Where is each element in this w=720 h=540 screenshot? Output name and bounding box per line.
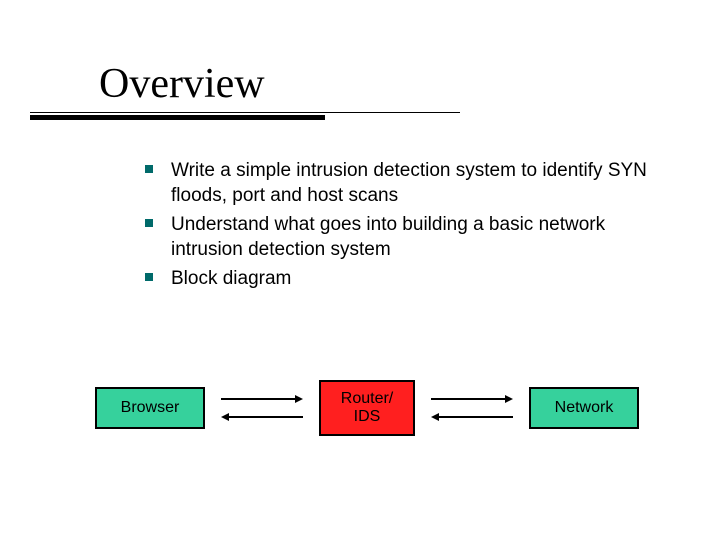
diagram-box-network: Network (529, 387, 639, 429)
arrow-pair (431, 394, 513, 422)
diagram-box-label-line: Router/ (341, 390, 393, 407)
arrow-right-icon (221, 394, 303, 404)
arrow-right-icon (431, 394, 513, 404)
bullet-item: Understand what goes into building a bas… (145, 212, 665, 262)
arrow-left-icon (431, 412, 513, 422)
bullet-item: Block diagram (145, 266, 665, 291)
bullet-item: Write a simple intrusion detection syste… (145, 158, 665, 208)
arrow-left-icon (221, 412, 303, 422)
bullet-text: Block diagram (171, 266, 291, 291)
bullet-icon (145, 219, 153, 227)
title-underline-thin (30, 112, 460, 113)
block-diagram: Browser Router/ IDS (95, 380, 655, 436)
slide: Overview Write a simple intrusion detect… (0, 0, 720, 540)
diagram-box-label: Router/ IDS (341, 390, 393, 427)
arrow-pair (221, 394, 303, 422)
diagram-box-label: Browser (121, 399, 180, 417)
diagram-box-browser: Browser (95, 387, 205, 429)
bullet-icon (145, 165, 153, 173)
bullet-text: Write a simple intrusion detection syste… (171, 158, 665, 208)
diagram-box-router-ids: Router/ IDS (319, 380, 415, 436)
slide-title: Overview (99, 60, 265, 108)
bullet-icon (145, 273, 153, 281)
bullet-text: Understand what goes into building a bas… (171, 212, 665, 262)
bullet-list: Write a simple intrusion detection syste… (145, 158, 665, 295)
diagram-box-label: Network (555, 399, 614, 417)
diagram-box-label-line: IDS (354, 408, 381, 425)
title-underline-thick (30, 115, 325, 120)
